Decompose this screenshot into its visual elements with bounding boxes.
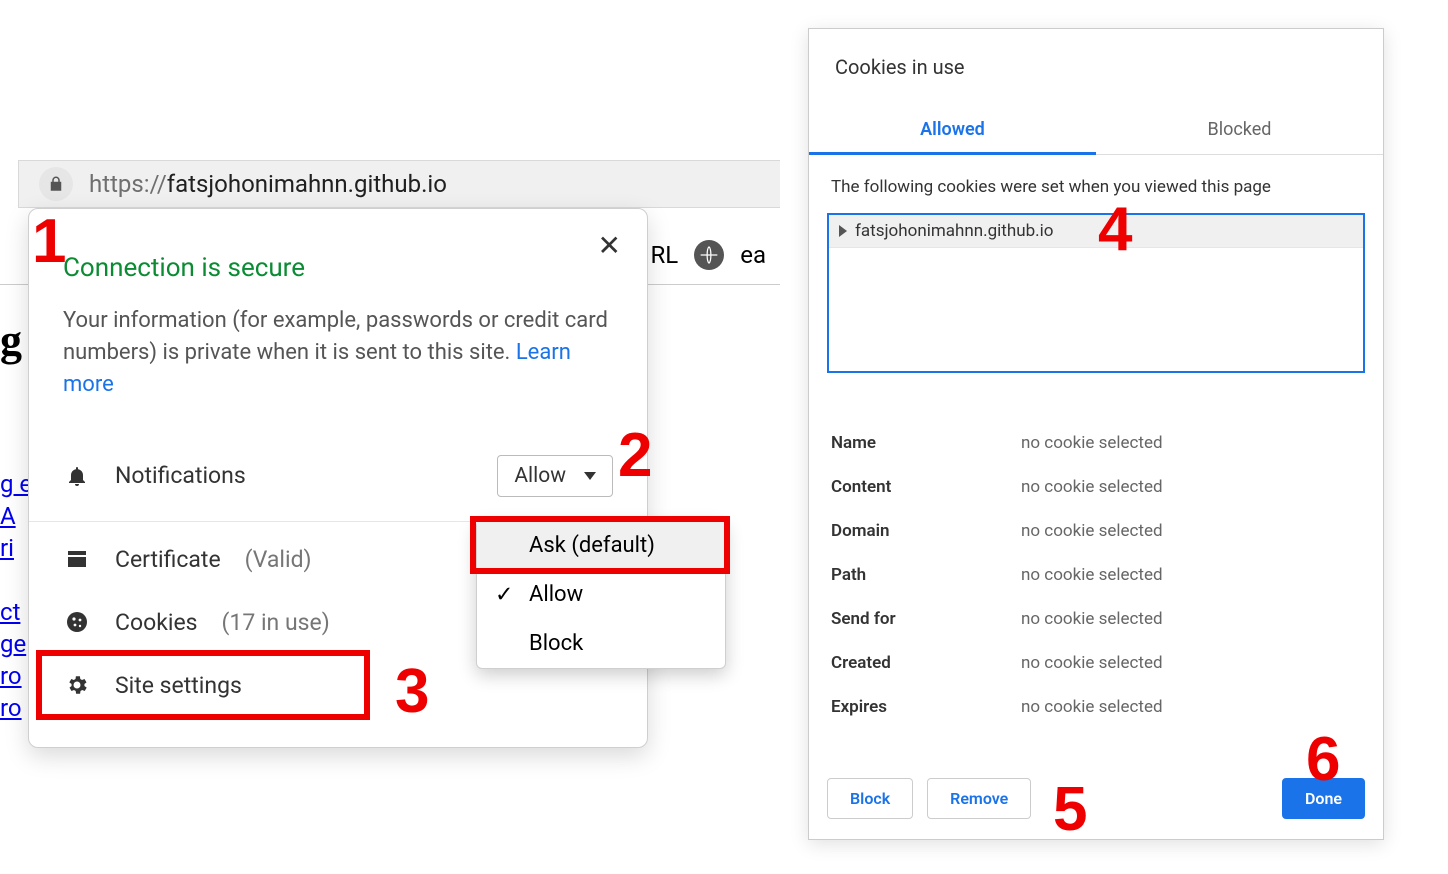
check-icon: ✓: [495, 582, 513, 607]
link-fragment[interactable]: ri: [0, 534, 14, 562]
detail-key-domain: Domain: [831, 521, 1021, 541]
permission-option-block[interactable]: Block: [477, 619, 725, 668]
address-bar[interactable]: https://fatsjohonimahnn.github.io: [18, 160, 780, 208]
bg-text-rl: RL: [651, 241, 679, 269]
cookies-label: Cookies: [115, 609, 198, 636]
annotation-number-3: 3: [395, 656, 429, 727]
annotation-box-3: [36, 650, 370, 720]
dialog-title: Cookies in use: [809, 29, 1383, 109]
link-fragment[interactable]: A: [0, 502, 16, 530]
notifications-row: Notifications Allow: [29, 437, 647, 515]
detail-val-sendfor: no cookie selected: [1021, 609, 1163, 629]
cookies-hint: The following cookies were set when you …: [827, 177, 1365, 197]
connection-description: Your information (for example, passwords…: [63, 305, 613, 401]
close-icon[interactable]: ✕: [598, 229, 621, 262]
link-fragment[interactable]: ct: [0, 598, 20, 626]
globe-icon: [694, 240, 724, 270]
detail-key-expires: Expires: [831, 697, 1021, 717]
notifications-permission-select[interactable]: Allow: [497, 455, 613, 497]
chevron-down-icon: [584, 472, 596, 480]
bg-text-ea: ea: [740, 241, 766, 269]
connection-secure-heading: Connection is secure: [63, 253, 613, 283]
link-fragment[interactable]: ro: [0, 694, 22, 722]
certificate-icon: [63, 547, 91, 571]
annotation-number-5: 5: [1053, 774, 1087, 845]
cookies-count: (17 in use): [222, 609, 330, 636]
detail-val-created: no cookie selected: [1021, 653, 1163, 673]
cookie-details: Name no cookie selected Contentno cookie…: [827, 421, 1365, 729]
lock-icon[interactable]: [39, 167, 73, 201]
annotation-number-2: 2: [618, 420, 652, 491]
notifications-label: Notifications: [115, 462, 246, 489]
link-fragment[interactable]: ge: [0, 630, 26, 658]
url-host: fatsjohonimahnn.github.io: [167, 170, 447, 198]
url-prefix: https://: [89, 170, 167, 198]
permission-current-value: Allow: [514, 464, 566, 488]
disclosure-triangle-icon: [839, 225, 847, 237]
bg-heading-fragment: g: [0, 315, 22, 366]
cookie-domain: fatsjohonimahnn.github.io: [855, 221, 1053, 241]
remove-button[interactable]: Remove: [927, 778, 1031, 819]
permission-option-allow[interactable]: ✓Allow: [477, 570, 725, 619]
detail-key-sendfor: Send for: [831, 609, 1021, 629]
annotation-number-6: 6: [1306, 724, 1340, 795]
detail-val-content: no cookie selected: [1021, 477, 1163, 497]
cookie-tree[interactable]: fatsjohonimahnn.github.io: [827, 213, 1365, 373]
detail-key-created: Created: [831, 653, 1021, 673]
annotation-number-1: 1: [32, 206, 66, 277]
certificate-status: (Valid): [245, 546, 312, 573]
detail-val-domain: no cookie selected: [1021, 521, 1163, 541]
link-fragment[interactable]: ro: [0, 662, 22, 690]
detail-key-path: Path: [831, 565, 1021, 585]
annotation-number-4: 4: [1098, 194, 1132, 265]
cookie-icon: [63, 610, 91, 634]
detail-val-expires: no cookie selected: [1021, 697, 1163, 717]
cookie-tree-item[interactable]: fatsjohonimahnn.github.io: [829, 215, 1363, 248]
tab-blocked[interactable]: Blocked: [1096, 109, 1383, 154]
cookies-in-use-dialog: Cookies in use Allowed Blocked The follo…: [808, 28, 1384, 840]
cookies-tabs: Allowed Blocked: [809, 109, 1383, 155]
detail-val-name: no cookie selected: [1021, 433, 1163, 453]
detail-val-path: no cookie selected: [1021, 565, 1163, 585]
tab-allowed[interactable]: Allowed: [809, 109, 1096, 154]
block-button[interactable]: Block: [827, 778, 913, 819]
bell-icon: [63, 464, 91, 488]
detail-key-content: Content: [831, 477, 1021, 497]
detail-key-name: Name: [831, 433, 1021, 453]
certificate-label: Certificate: [115, 546, 221, 573]
annotation-box-2: [470, 516, 730, 574]
